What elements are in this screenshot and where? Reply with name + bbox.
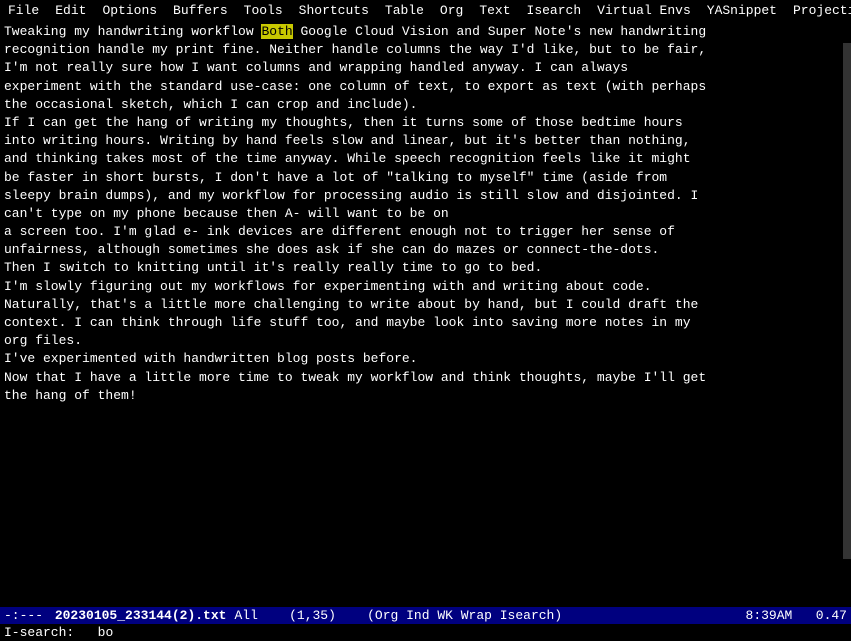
search-highlight-bo: Bo: [261, 24, 277, 39]
menu-item-edit[interactable]: Edit: [47, 2, 94, 19]
status-bar: -:--- 20230105_233144(2).txt All (1,35) …: [0, 607, 851, 624]
menu-item-isearch[interactable]: Isearch: [519, 2, 590, 19]
menu-item-shortcuts[interactable]: Shortcuts: [291, 2, 377, 19]
status-time: 8:39AM 0.47: [746, 608, 847, 623]
menu-item-projectile[interactable]: Projectile: [785, 2, 851, 19]
status-position: (1,35): [289, 608, 336, 623]
menu-item-options[interactable]: Options: [94, 2, 165, 19]
minibuffer: I-search: bo: [0, 624, 851, 641]
search-highlight-th: th: [277, 24, 293, 39]
status-dashes: -:---: [4, 608, 43, 623]
editor-wrapper: Tweaking my handwriting workflow Both Go…: [0, 21, 851, 607]
menu-item-tools[interactable]: Tools: [236, 2, 291, 19]
status-spacer3: [336, 608, 367, 623]
status-mode: (Org Ind WK Wrap Isearch): [367, 608, 562, 623]
menu-item-text[interactable]: Text: [471, 2, 518, 19]
menu-item-yasnippet[interactable]: YASnippet: [699, 2, 785, 19]
scrollbar[interactable]: [843, 43, 851, 559]
menu-item-org[interactable]: Org: [432, 2, 471, 19]
menu-item-buffers[interactable]: Buffers: [165, 2, 236, 19]
status-all: All: [234, 608, 257, 623]
minibuffer-spacer: [82, 625, 90, 640]
minibuffer-value: bo: [98, 625, 114, 640]
menu-item-table[interactable]: Table: [377, 2, 432, 19]
status-spacer: [47, 608, 55, 623]
menu-item-file[interactable]: File: [0, 2, 47, 19]
status-filename: 20230105_233144(2).txt: [55, 608, 227, 623]
status-spacer2: [258, 608, 289, 623]
menu-bar: FileEditOptionsBuffersToolsShortcutsTabl…: [0, 0, 851, 21]
minibuffer-label: I-search:: [4, 625, 74, 640]
menu-item-virtual-envs[interactable]: Virtual Envs: [589, 2, 699, 19]
editor-area[interactable]: Tweaking my handwriting workflow Both Go…: [0, 21, 851, 407]
